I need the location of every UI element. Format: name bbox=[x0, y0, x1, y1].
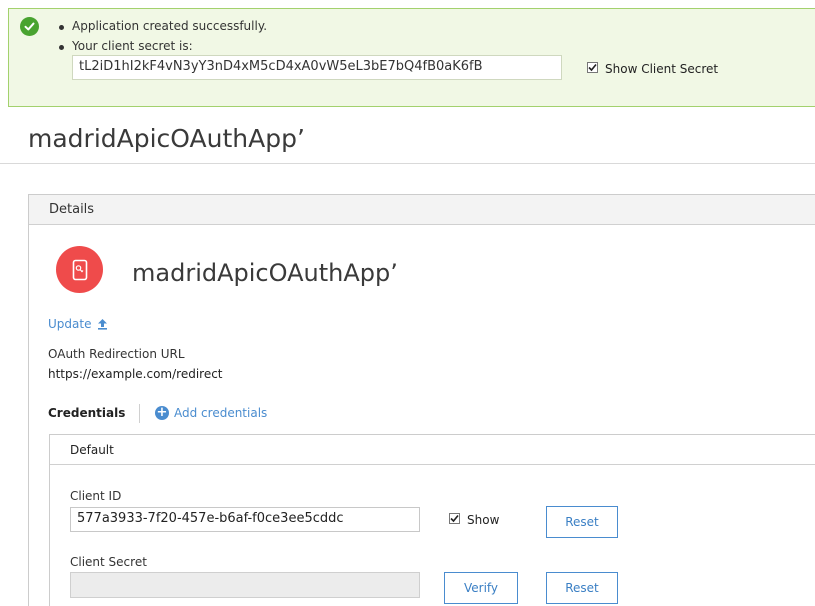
update-link[interactable]: Update bbox=[48, 317, 108, 331]
show-client-id-checkbox[interactable] bbox=[449, 513, 460, 524]
banner-message-created: Application created successfully. bbox=[72, 19, 268, 33]
bullet bbox=[59, 25, 64, 30]
reset-client-id-button[interactable]: Reset bbox=[546, 506, 618, 538]
show-client-secret-checkbox[interactable] bbox=[587, 62, 598, 73]
checkmark-icon bbox=[588, 63, 597, 72]
upload-arrow-icon bbox=[98, 319, 108, 330]
page-title: madridApicOAuthApp’ bbox=[28, 124, 305, 153]
checkmark-icon bbox=[450, 514, 459, 523]
show-client-id-label[interactable]: Show bbox=[467, 513, 499, 527]
client-id-field[interactable]: 577a3933-7f20-457e-b6af-f0ce3ee5cddc bbox=[70, 507, 420, 532]
oauth-redirect-value: https://example.com/redirect bbox=[48, 367, 223, 381]
title-divider bbox=[0, 163, 815, 164]
client-secret-display[interactable]: tL2iD1hI2kF4vN3yY3nD4xM5cD4xA0vW5eL3bE7b… bbox=[72, 55, 562, 80]
details-header-label: Details bbox=[49, 202, 95, 217]
client-id-label: Client ID bbox=[70, 489, 122, 503]
reset-client-secret-button[interactable]: Reset bbox=[546, 572, 618, 604]
plus-circle-icon: + bbox=[155, 405, 169, 420]
add-credentials-label: Add credentials bbox=[174, 406, 268, 420]
client-secret-field[interactable] bbox=[70, 572, 420, 598]
mobile-app-icon bbox=[56, 246, 103, 293]
verify-button[interactable]: Verify bbox=[444, 572, 518, 604]
show-client-secret-label[interactable]: Show Client Secret bbox=[605, 62, 718, 76]
oauth-redirect-label: OAuth Redirection URL bbox=[48, 347, 185, 361]
check-circle-icon bbox=[20, 17, 39, 36]
update-label: Update bbox=[48, 317, 92, 331]
app-name: madridApicOAuthApp’ bbox=[132, 259, 398, 287]
default-credentials-label: Default bbox=[70, 443, 114, 457]
client-secret-label: Client Secret bbox=[70, 555, 147, 569]
banner-message-secret: Your client secret is: bbox=[72, 39, 193, 53]
credentials-separator bbox=[139, 404, 140, 423]
credentials-title: Credentials bbox=[48, 406, 126, 420]
bullet bbox=[59, 45, 64, 50]
add-credentials-button[interactable]: + Add credentials bbox=[155, 406, 267, 420]
default-credentials-header bbox=[50, 435, 815, 465]
details-panel-header bbox=[29, 195, 815, 225]
